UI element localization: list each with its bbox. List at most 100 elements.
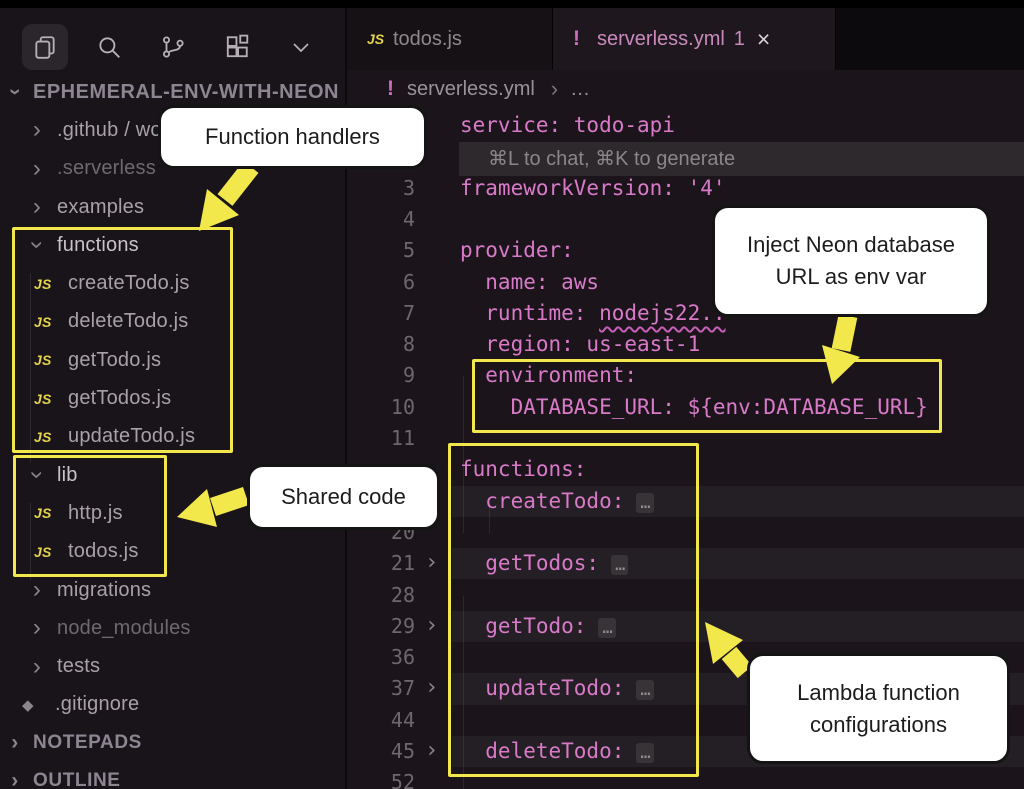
tab-todos-js[interactable]: JS todos.js [347,8,553,70]
code-line[interactable]: createTodo:… [345,486,1024,517]
tree-item-label: functions [57,234,139,257]
line-number: 3 [345,173,415,204]
explorer-icon[interactable] [22,24,68,70]
callout-lambda-config: Lambda function configurations [747,653,1010,764]
tree-item-tests[interactable]: tests [0,647,345,685]
fold-marker[interactable]: … [636,493,653,513]
tab-label: serverless.yml [597,28,725,51]
tree-item-label: lib [57,464,78,487]
line-number: 4 [345,204,415,235]
fold-marker[interactable]: … [598,618,615,638]
fold-chevron-icon[interactable] [425,611,438,640]
chevron-right-icon [26,197,48,217]
code-line[interactable]: service: todo-api [345,110,1024,141]
tree-item-functions[interactable]: functions [0,226,345,264]
code-text: DATABASE_URL: ${env:DATABASE_URL} [460,392,928,423]
modified-badge: 1 [734,28,745,51]
line-number: 44 [345,705,415,736]
line-number: 6 [345,267,415,298]
tree-item-label: updateTodo.js [68,425,195,448]
callout-function-handlers: Function handlers [158,105,427,169]
code-text: name: aws [460,267,599,298]
fold-chevron-icon[interactable] [425,673,438,702]
tree-item-gettodos-js[interactable]: JSgetTodos.js [0,379,345,417]
code-line[interactable]: 11 [345,423,1024,454]
tree-item-todos-js[interactable]: JStodos.js [0,533,345,571]
tree-item-updatetodo-js[interactable]: JSupdateTodo.js [0,418,345,456]
code-line[interactable]: functions: [345,454,1024,485]
fold-marker[interactable]: … [636,743,653,763]
line-number: 37 [345,673,415,704]
tree-item-label: migrations [57,579,151,602]
code-line[interactable]: 20 [345,517,1024,548]
tree-item-label: createTodo.js [68,272,190,295]
breadcrumb[interactable]: ! serverless.yml › … [345,72,1024,106]
warning-icon: ! [387,77,407,101]
line-number: 52 [345,767,415,789]
breadcrumb-more[interactable]: … [570,78,590,101]
extensions-icon[interactable] [214,24,260,70]
fold-marker[interactable]: … [636,680,653,700]
callout-text: Shared code [281,481,406,513]
close-icon[interactable]: × [757,29,770,49]
chevron-right-icon [6,733,24,753]
line-number: 8 [345,329,415,360]
code-text: deleteTodo:… [460,736,654,769]
code-line[interactable]: 3frameworkVersion: '4' [345,173,1024,204]
code-text: service: todo-api [460,110,675,141]
tree-item-label: .gitignore [55,693,139,716]
tree-item-gitignore[interactable]: ◆ .gitignore [0,686,345,724]
tree-item-outline[interactable]: OUTLINE [0,762,345,789]
tree-item-label: deleteTodo.js [68,310,188,333]
tree-indent-guide [30,273,31,463]
chevron-right-icon [26,657,48,677]
source-control-icon[interactable] [150,24,196,70]
tree-item-deletetodo-js[interactable]: JS deleteTodo.js [0,303,345,341]
chevron-right-icon [26,120,48,140]
git-file-icon: ◆ [22,696,46,714]
line-number: 28 [345,580,415,611]
chevron-right-icon [26,580,48,600]
js-file-icon: JS [34,314,58,330]
code-line[interactable]: 52 [345,767,1024,789]
line-number: 11 [345,423,415,454]
code-text: environment: [460,360,637,391]
code-line[interactable]: 8 region: us-east-1 [345,329,1024,360]
js-icon: JS [367,31,393,47]
tree-item-label: examples [57,196,144,219]
code-text: updateTodo:… [460,673,654,706]
tree-item-gettodo-js[interactable]: JSgetTodo.js [0,341,345,379]
breadcrumb-file[interactable]: serverless.yml [407,78,535,101]
tree-item-notepads[interactable]: NOTEPADS [0,724,345,762]
ai-hint-bar: ⌘L to chat, ⌘K to generate [459,142,1024,176]
line-number: 45 [345,736,415,767]
code-text: runtime: nodejs22.. [460,298,726,329]
tree-item-label: todos.js [68,540,139,563]
fold-marker[interactable]: … [611,555,628,575]
more-views-chevron-icon[interactable] [278,24,324,70]
tree-indent-guide [30,503,31,580]
tree-item-createtodo-js[interactable]: JS createTodo.js [0,264,345,302]
tab-serverless-yml[interactable]: ! serverless.yml 1 × [553,8,836,70]
code-line[interactable]: 10 DATABASE_URL: ${env:DATABASE_URL} [345,392,1024,423]
code-line[interactable]: 28 [345,580,1024,611]
tree-item-migrations[interactable]: migrations [0,571,345,609]
tree-item-label: NOTEPADS [33,732,142,754]
callout-shared-code: Shared code [247,464,440,530]
fold-chevron-icon[interactable] [425,736,438,765]
tree-item-examples[interactable]: examples [0,188,345,226]
warning-icon: ! [573,27,597,51]
breadcrumb-separator-icon: › [551,76,558,102]
js-file-icon: JS [34,276,58,292]
code-line[interactable]: 21 getTodos:… [345,548,1024,579]
project-root-label: EPHEMERAL-ENV-WITH-NEON [33,81,339,104]
fold-chevron-icon[interactable] [425,548,438,577]
code-line[interactable]: 29 getTodo:… [345,611,1024,642]
tree-item-node-modules[interactable]: node_modules [0,609,345,647]
search-icon[interactable] [86,24,132,70]
file-tree: EPHEMERAL-ENV-WITH-NEON .github / workfl… [0,73,345,789]
chevron-down-icon [6,82,24,102]
code-text: functions: [460,454,586,485]
chevron-down-icon [26,235,48,255]
code-line[interactable]: 9 environment: [345,360,1024,391]
